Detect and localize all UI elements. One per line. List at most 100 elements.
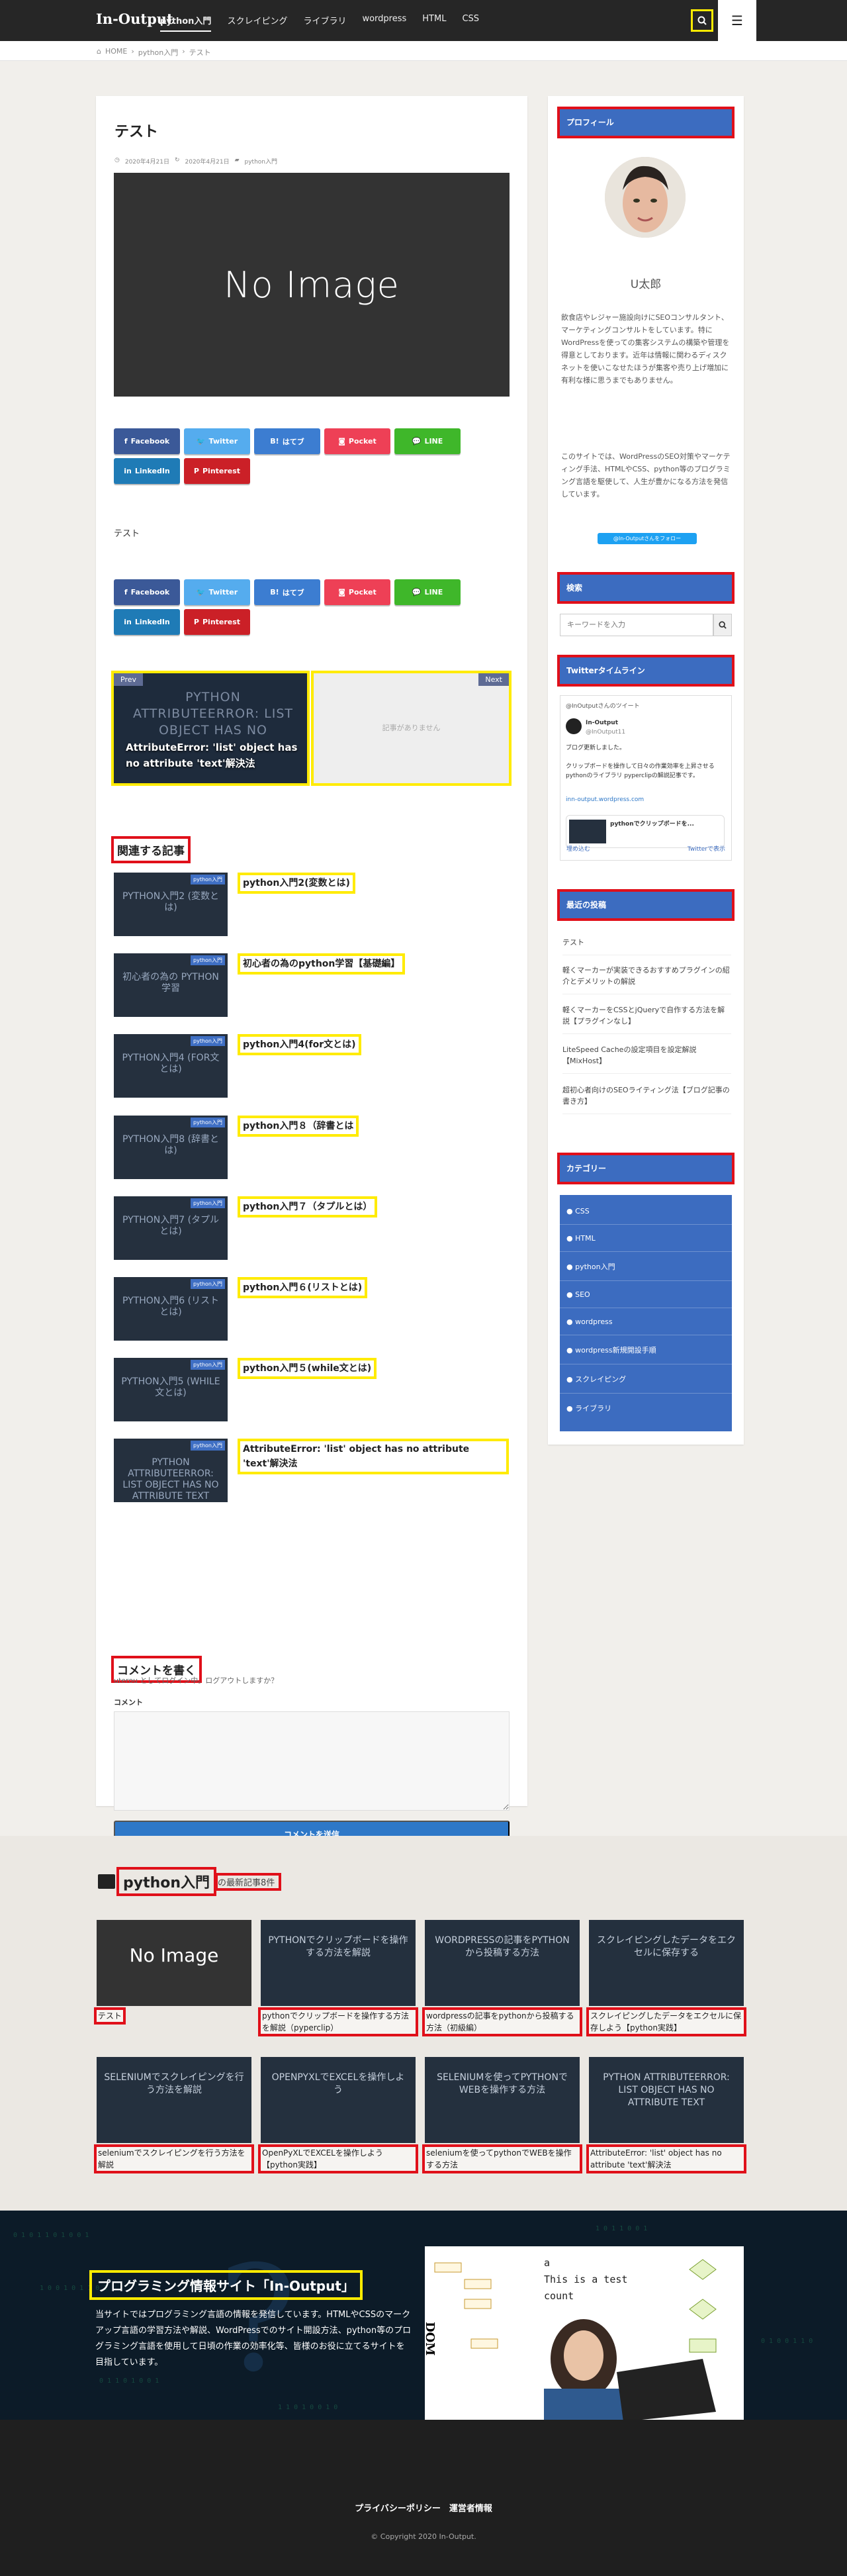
share-pinterest-button[interactable]: P Pinterest — [184, 609, 250, 635]
search-submit-button[interactable] — [713, 614, 732, 636]
related-item[interactable]: python入門 PYTHON入門8 (辞書とは) python入門８（辞書とは — [114, 1116, 511, 1179]
nav-item-scraping[interactable]: スクレイピング — [227, 14, 287, 32]
latest-card[interactable]: SELENIUMでスクレイピングを行う方法を解説 seleniumでスクレイピング… — [94, 2057, 254, 2173]
share-hatena-button[interactable]: B! はてブ — [254, 579, 320, 605]
related-item[interactable]: python入門 PYTHON入門7 (タプルとは) python入門７（タプルとは… — [114, 1196, 511, 1260]
card-title: pythonでクリップボードを操作する方法を解説（pyperclip） — [258, 2007, 418, 2036]
share-linkedin-button[interactable]: in LinkedIn — [114, 609, 180, 635]
profile-photo — [605, 157, 686, 238]
tw-view-link[interactable]: Twitterで表示 — [688, 844, 725, 853]
hero-image: DOM a This is a test count — [425, 2246, 744, 2420]
category-item-python[interactable]: ● python入門 — [560, 1252, 732, 1281]
pocket-icon: ◙ — [338, 437, 345, 446]
share-facebook-button[interactable]: f Facebook — [114, 428, 180, 454]
related-thumb: python入門 PYTHON入門6 (リストとは) — [114, 1277, 228, 1341]
related-cat-badge: python入門 — [191, 875, 225, 884]
tw-card[interactable]: pythonでクリップボードを... — [566, 815, 725, 848]
related-cat-badge: python入門 — [191, 1360, 225, 1370]
latest-card[interactable]: WORDPRESSの記事をPYTHONから投稿する方法 wordpressの記事を… — [422, 1920, 582, 2036]
related-title: python入門4(for文とは) — [238, 1034, 361, 1055]
category-item-css[interactable]: ● CSS — [560, 1198, 732, 1225]
related-thumb: python入門 PYTHON入門4 (FOR文とは) — [114, 1034, 228, 1098]
search-input[interactable] — [560, 614, 713, 636]
global-nav: python入門 スクレイピング ライブラリ wordpress HTML CS… — [160, 14, 495, 32]
recent-post-link[interactable]: LiteSpeed Cacheの設定項目を設定解説【MixHost】 — [562, 1044, 731, 1074]
tw-link[interactable]: inn-output.wordpress.com — [566, 795, 725, 804]
latest-card[interactable]: PYTHON ATTRIBUTEERROR: LIST OBJECT HAS N… — [586, 2057, 746, 2173]
nav-item-html[interactable]: HTML — [422, 14, 446, 32]
related-item[interactable]: python入門 PYTHON入門2 (変数とは) python入門2(変数とは) — [114, 873, 511, 936]
recent-post-link[interactable]: 超初心者向けのSEOライティング法【ブログ記事の書き方】 — [562, 1084, 731, 1114]
card-image: OPENPYXLでEXCELを操作しよう — [261, 2057, 416, 2143]
breadcrumb-bar: ⌂ HOME › python入門 › テスト — [0, 41, 847, 61]
share-line-button[interactable]: 💬 LINE — [394, 428, 461, 454]
breadcrumb-category[interactable]: python入門 — [138, 47, 178, 58]
category-item-seo[interactable]: ● SEO — [560, 1281, 732, 1308]
line-icon: 💬 — [412, 437, 422, 446]
share-pocket-button[interactable]: ◙ Pocket — [324, 428, 390, 454]
card-image: SELENIUMでスクレイピングを行う方法を解説 — [97, 2057, 251, 2143]
latest-card[interactable]: SELENIUMを使ってPYTHONでWEBを操作する方法 seleniumを使っ… — [422, 2057, 582, 2173]
post-category[interactable]: python入門 — [245, 157, 277, 166]
related-item[interactable]: python入門 PYTHON入門5 (WHILE文とは) python入門５(wh… — [114, 1358, 511, 1421]
share-hatena-button[interactable]: B! はてブ — [254, 428, 320, 454]
share-facebook-button[interactable]: f Facebook — [114, 579, 180, 605]
nav-item-wordpress[interactable]: wordpress — [362, 14, 406, 32]
share-linkedin-button[interactable]: in LinkedIn — [114, 458, 180, 484]
latest-title[interactable]: python入門 — [116, 1867, 217, 1896]
share-twitter-button[interactable]: 🐦 Twitter — [184, 579, 250, 605]
related-cat-badge: python入門 — [191, 1441, 225, 1451]
latest-card[interactable]: PYTHONでクリップボードを操作する方法を解説 pythonでクリップボードを操… — [258, 1920, 418, 2036]
related-item[interactable]: python入門 PYTHON ATTRIBUTEERROR: LIST OBJE… — [114, 1439, 511, 1502]
related-thumb: python入門 初心者の為の PYTHON学習 — [114, 953, 228, 1017]
circle-icon: ● — [566, 1234, 576, 1243]
recent-post-link[interactable]: テスト — [562, 937, 731, 955]
recent-post-link[interactable]: 軽くマーカーが実装できるおすすめプラグインの紹介とデメリットの解説 — [562, 965, 731, 994]
latest-card[interactable]: OPENPYXLでEXCELを操作しよう OpenPyXLでEXCELを操作しよう… — [258, 2057, 418, 2173]
twitter-timeline[interactable]: @InOutputさんのツイート In-Output @InOutput11 ブ… — [560, 695, 732, 861]
twitter-follow-button[interactable]: @In-Outputさんをフォロー — [598, 533, 697, 544]
related-thumb: python入門 PYTHON ATTRIBUTEERROR: LIST OBJE… — [114, 1439, 228, 1502]
footer-links[interactable]: プライバシーポリシー 運営者情報 — [0, 2501, 847, 2514]
card-image: スクレイピングしたデータをエクセルに保存する — [589, 1920, 744, 2006]
share-twitter-button[interactable]: 🐦 Twitter — [184, 428, 250, 454]
nav-item-python[interactable]: python入門 — [160, 14, 212, 32]
tw-card-title: pythonでクリップボードを... — [610, 821, 694, 828]
svg-text:DOM: DOM — [425, 2322, 437, 2356]
recent-post-link[interactable]: 軽くマーカーをCSSとjQueryで自作する方法を解説【プラグインなし】 — [562, 1004, 731, 1034]
circle-icon: ● — [566, 1404, 576, 1413]
hatena-icon: B! — [270, 437, 279, 446]
related-title: python入門５(while文とは) — [238, 1358, 377, 1379]
share-pocket-button[interactable]: ◙ Pocket — [324, 579, 390, 605]
pinterest-icon: P — [193, 467, 199, 475]
latest-subtitle: の最新記事8件 — [215, 1872, 282, 1891]
comment-login-status[interactable]: uterou としてログイン中。ログアウトしますか？ — [114, 1675, 278, 1686]
latest-card[interactable]: No Image テスト — [93, 1920, 251, 2025]
search-button[interactable] — [691, 9, 713, 32]
related-thumb: python入門 PYTHON入門8 (辞書とは) — [114, 1116, 228, 1179]
card-image: PYTHON ATTRIBUTEERROR: LIST OBJECT HAS N… — [589, 2057, 744, 2143]
card-title: seleniumを使ってpythonでWEBを操作する方法 — [422, 2144, 582, 2173]
circle-icon: ● — [566, 1290, 576, 1299]
category-item-wordpress[interactable]: ● wordpress — [560, 1308, 732, 1335]
nav-item-library[interactable]: ライブラリ — [303, 14, 346, 32]
folder-icon — [98, 1874, 115, 1889]
category-item-library[interactable]: ● ライブラリ — [560, 1394, 732, 1422]
nav-item-css[interactable]: CSS — [462, 14, 479, 32]
latest-card[interactable]: スクレイピングしたデータをエクセルに保存する スクレイピングしたデータをエクセルに… — [586, 1920, 746, 2036]
tw-embed-link[interactable]: 埋め込む — [566, 844, 590, 853]
related-item[interactable]: python入門 PYTHON入門6 (リストとは) python入門６(リストとは… — [114, 1277, 511, 1341]
share-line-button[interactable]: 💬 LINE — [394, 579, 461, 605]
related-item[interactable]: python入門 初心者の為の PYTHON学習 初心者の為のpython学習【基礎… — [114, 953, 511, 1017]
menu-button[interactable]: ☰ — [718, 0, 756, 41]
category-item-html[interactable]: ● HTML — [560, 1225, 732, 1252]
category-item-wp-setup[interactable]: ● wordpress新規開設手順 — [560, 1335, 732, 1364]
share-pinterest-button[interactable]: P Pinterest — [184, 458, 250, 484]
related-item[interactable]: python入門 PYTHON入門4 (FOR文とは) python入門4(for文… — [114, 1034, 511, 1098]
prev-post-link[interactable]: Prev PYTHON ATTRIBUTEERROR: LIST OBJECT … — [111, 671, 310, 786]
breadcrumb-home[interactable]: HOME — [105, 47, 127, 58]
category-item-scraping[interactable]: ● スクレイピング — [560, 1364, 732, 1394]
updated-date: 2020年4月21日 — [185, 159, 230, 166]
circle-icon: ● — [566, 1263, 576, 1271]
comment-textarea[interactable] — [114, 1711, 510, 1811]
